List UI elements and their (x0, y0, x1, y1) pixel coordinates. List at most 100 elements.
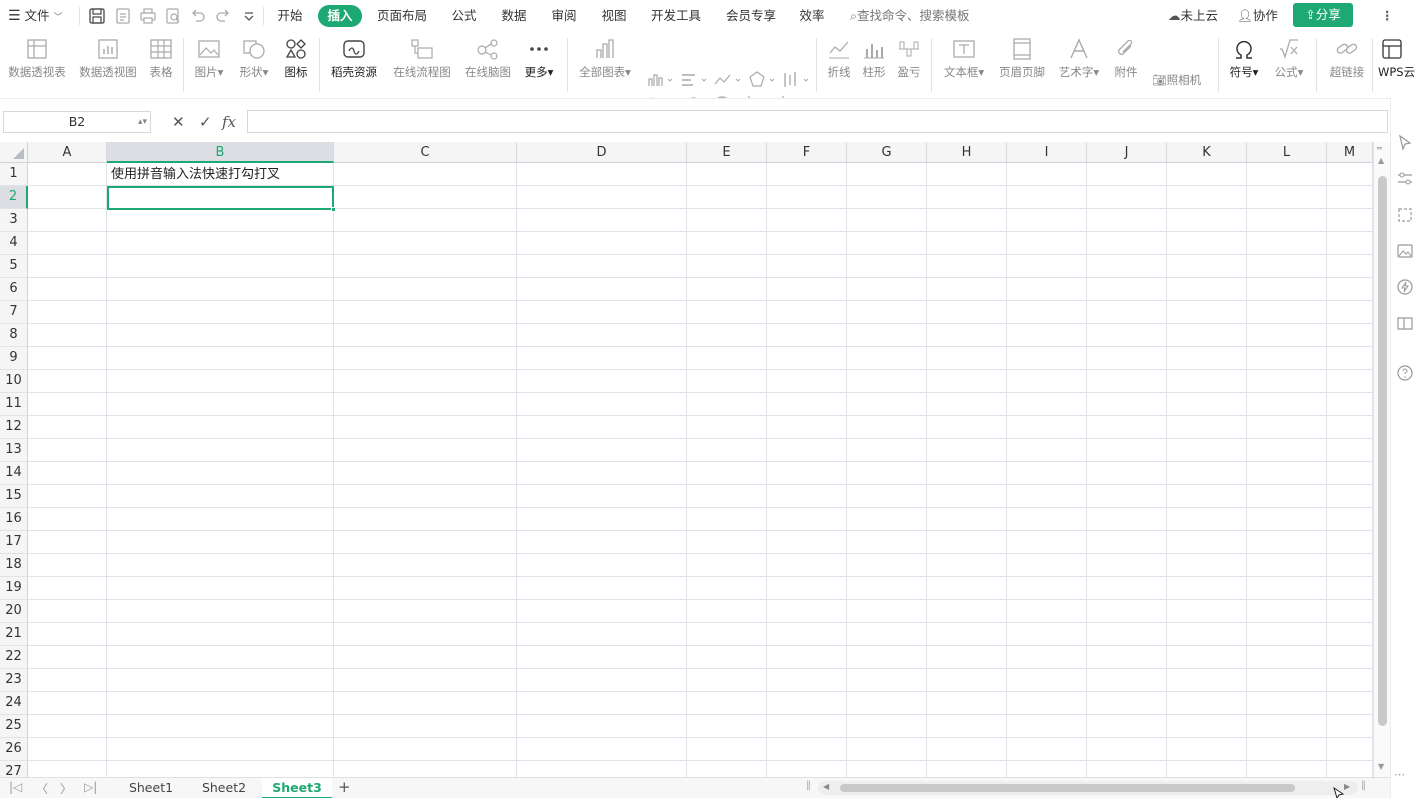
row-header-20[interactable]: 20 (0, 600, 28, 623)
row-header-13[interactable]: 13 (0, 439, 28, 462)
name-box-dropdown-icon[interactable]: ▴▾ (138, 112, 147, 132)
prev-sheet-icon[interactable]: 〈 (36, 780, 48, 797)
transform-icon[interactable] (1396, 206, 1414, 224)
row-header-15[interactable]: 15 (0, 485, 28, 508)
scroll-down-icon[interactable]: ▼ (1378, 762, 1384, 771)
insert-function-icon[interactable]: fx (222, 113, 236, 131)
cloud-status[interactable]: ☁未上云 (1168, 5, 1218, 27)
tab-developer[interactable]: 开发工具 (644, 5, 708, 27)
sheet-tab-2[interactable]: Sheet2 (191, 778, 257, 798)
column-header-i[interactable]: I (1007, 142, 1087, 163)
wps-cloud-button[interactable]: WPS云 (1378, 38, 1419, 80)
row-header-27[interactable]: 27 (0, 761, 28, 777)
row-header-8[interactable]: 8 (0, 324, 28, 347)
row-header-21[interactable]: 21 (0, 623, 28, 646)
camera-button[interactable]: 📷︎照相机 (1152, 70, 1201, 90)
picture-button[interactable]: 图片▾ (190, 38, 228, 80)
table-button[interactable]: 表格 (145, 38, 177, 80)
row-header-26[interactable]: 26 (0, 738, 28, 761)
tab-page-layout[interactable]: 页面布局 (371, 5, 433, 27)
row-header-6[interactable]: 6 (0, 278, 28, 301)
column-header-f[interactable]: F (767, 142, 847, 163)
vertical-scrollbar[interactable]: ═ ▲ ▼ (1373, 142, 1390, 777)
row-header-22[interactable]: 22 (0, 646, 28, 669)
split-handle-icon[interactable]: ═ (1377, 144, 1382, 153)
row-header-14[interactable]: 14 (0, 462, 28, 485)
first-sheet-icon[interactable]: |◁ (9, 780, 22, 794)
sidebar-more-icon[interactable]: ⋯ (1394, 768, 1405, 781)
attachment-button[interactable]: 附件 (1110, 38, 1142, 80)
radar-chart-dropdown-icon[interactable] (747, 70, 779, 90)
selected-cell-b2[interactable] (107, 186, 334, 210)
save-icon[interactable] (88, 7, 106, 25)
column-header-l[interactable]: L (1247, 142, 1327, 163)
lightning-icon[interactable] (1396, 278, 1414, 296)
help-icon[interactable] (1396, 364, 1414, 382)
flowchart-button[interactable]: 在线流程图 (390, 38, 454, 80)
row-header-1[interactable]: 1 (0, 163, 28, 186)
column-header-m[interactable]: M (1327, 142, 1373, 163)
column-header-h[interactable]: H (927, 142, 1007, 163)
row-header-11[interactable]: 11 (0, 393, 28, 416)
file-menu[interactable]: ☰ 文件 ﹀ (8, 5, 63, 27)
quick-access-dropdown-icon[interactable] (240, 7, 258, 25)
formula-input[interactable] (247, 110, 1388, 133)
share-button[interactable]: ⇪分享 (1293, 3, 1353, 27)
select-cursor-icon[interactable] (1396, 134, 1414, 152)
column-header-c[interactable]: C (334, 142, 517, 163)
row-header-24[interactable]: 24 (0, 692, 28, 715)
column-header-k[interactable]: K (1167, 142, 1247, 163)
sheet-tab-1[interactable]: Sheet1 (118, 778, 184, 798)
print-preview-icon[interactable] (164, 7, 182, 25)
tab-view[interactable]: 视图 (594, 5, 634, 27)
symbol-button[interactable]: 符号▾ (1226, 38, 1262, 80)
tab-home[interactable]: 开始 (270, 5, 310, 27)
row-header-25[interactable]: 25 (0, 715, 28, 738)
scroll-left-icon[interactable]: ◀ (823, 782, 829, 791)
header-footer-button[interactable]: 页眉页脚 (996, 38, 1048, 80)
row-header-3[interactable]: 3 (0, 209, 28, 232)
pivot-table-button[interactable]: 数据透视表 (6, 38, 68, 80)
sparkline-column-button[interactable]: 柱形 (859, 38, 889, 80)
column-header-a[interactable]: A (28, 142, 107, 163)
bar-chart-dropdown-icon[interactable] (679, 70, 711, 90)
stock-chart-dropdown-icon[interactable] (781, 70, 813, 90)
sparkline-winloss-button[interactable]: 盈亏 (894, 38, 924, 80)
tab-data[interactable]: 数据 (494, 5, 534, 27)
column-header-b[interactable]: B (107, 142, 334, 163)
name-box[interactable]: B2 ▴▾ (3, 111, 151, 133)
icon-button[interactable]: 图标 (281, 38, 311, 80)
row-header-9[interactable]: 9 (0, 347, 28, 370)
tab-formulas[interactable]: 公式 (444, 5, 484, 27)
last-sheet-icon[interactable]: ▷| (84, 780, 97, 794)
more-button[interactable]: 更多▾ (520, 38, 558, 80)
tab-member[interactable]: 会员专享 (720, 5, 782, 27)
spreadsheet-grid[interactable]: ABCDEFGHIJKLM 1 2 3 4 5 6 7 8 9 10 11 12 13 14 15 16 17 1… (0, 142, 1373, 777)
mindmap-button[interactable]: 在线脑图 (461, 38, 515, 80)
tab-efficiency[interactable]: 效率 (792, 5, 832, 27)
cell-b1[interactable]: 使用拼音输入法快速打勾打叉 (111, 163, 280, 186)
tab-review[interactable]: 审阅 (544, 5, 584, 27)
select-all-corner[interactable] (0, 142, 28, 163)
row-header-17[interactable]: 17 (0, 531, 28, 554)
row-header-19[interactable]: 19 (0, 577, 28, 600)
column-header-g[interactable]: G (847, 142, 927, 163)
hyperlink-button[interactable]: 超链接 (1324, 38, 1370, 80)
textbox-button[interactable]: 文本框▾ (940, 38, 988, 80)
sheet-tab-3[interactable]: Sheet3 (262, 778, 332, 798)
all-charts-button[interactable]: 全部图表▾ (574, 38, 636, 80)
fill-handle[interactable] (331, 207, 336, 212)
wordart-button[interactable]: 艺术字▾ (1055, 38, 1103, 80)
collaborate-button[interactable]: 👤︎协作 (1237, 5, 1278, 27)
daoke-resources-button[interactable]: 稻壳资源 (327, 38, 381, 80)
sparkline-line-button[interactable]: 折线 (824, 38, 854, 80)
row-header-2[interactable]: 2 (0, 186, 28, 209)
horizontal-scroll-thumb[interactable] (840, 784, 1295, 792)
row-header-12[interactable]: 12 (0, 416, 28, 439)
row-header-7[interactable]: 7 (0, 301, 28, 324)
tab-insert[interactable]: 插入 (318, 5, 362, 27)
column-header-d[interactable]: D (517, 142, 687, 163)
row-header-5[interactable]: 5 (0, 255, 28, 278)
scroll-up-icon[interactable]: ▲ (1378, 156, 1384, 165)
split-bar-icon[interactable]: ‖ (806, 780, 811, 791)
